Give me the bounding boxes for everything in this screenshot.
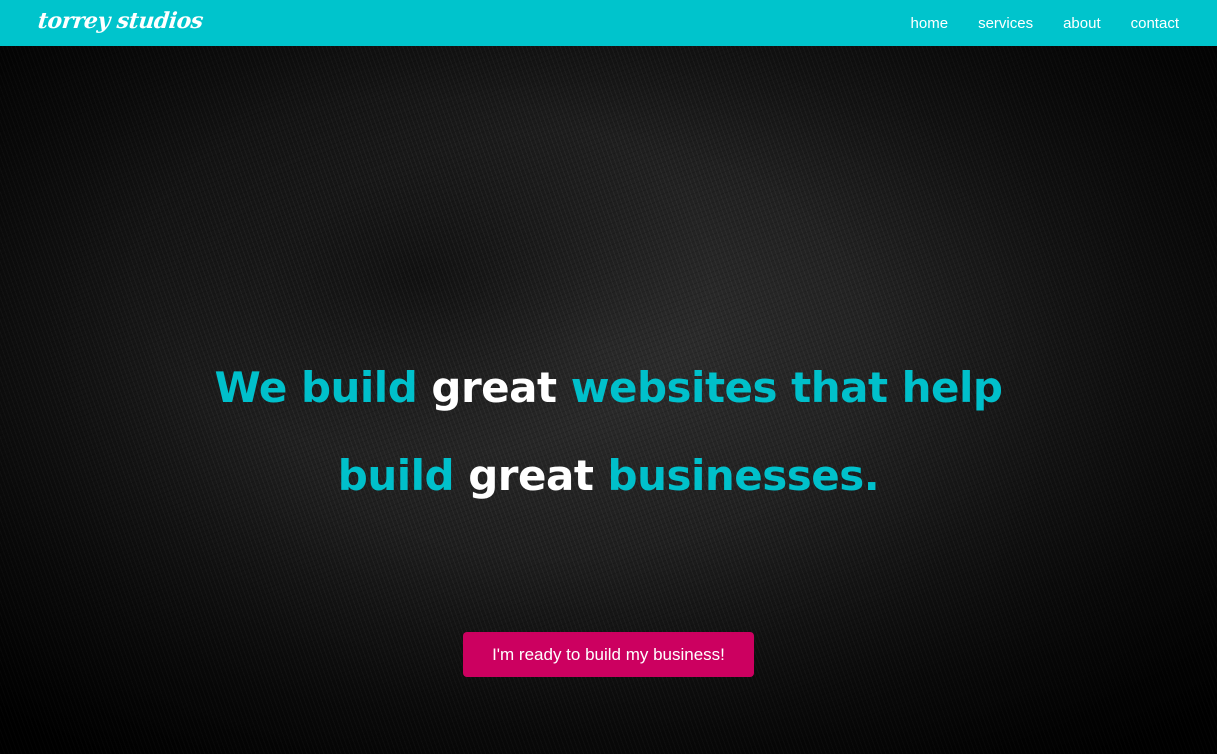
site-header: torrey studios home services about conta…: [0, 0, 1217, 46]
nav-about-link[interactable]: about: [1063, 15, 1101, 32]
site-logo[interactable]: torrey studios: [36, 6, 205, 36]
headline-phrase: businesses.: [607, 451, 880, 501]
nav-contact-link[interactable]: contact: [1131, 15, 1179, 32]
page: torrey studios home services about conta…: [0, 0, 1217, 754]
headline-phrase: We build: [214, 363, 432, 413]
nav-services-link[interactable]: services: [978, 15, 1033, 32]
hero-section: We build great websites that help build …: [0, 46, 1217, 754]
main-nav: home services about contact: [911, 0, 1179, 46]
nav-home-link[interactable]: home: [911, 15, 949, 32]
headline-line-1: We build great websites that help: [0, 344, 1217, 432]
hero-headline: We build great websites that help build …: [0, 344, 1217, 520]
headline-phrase: build: [337, 451, 469, 501]
headline-emphasis: great: [431, 363, 571, 413]
build-business-cta-button[interactable]: I'm ready to build my business!: [463, 632, 754, 677]
headline-phrase: websites that help: [570, 363, 1003, 413]
headline-emphasis: great: [468, 451, 608, 501]
headline-line-2: build great businesses.: [0, 432, 1217, 520]
